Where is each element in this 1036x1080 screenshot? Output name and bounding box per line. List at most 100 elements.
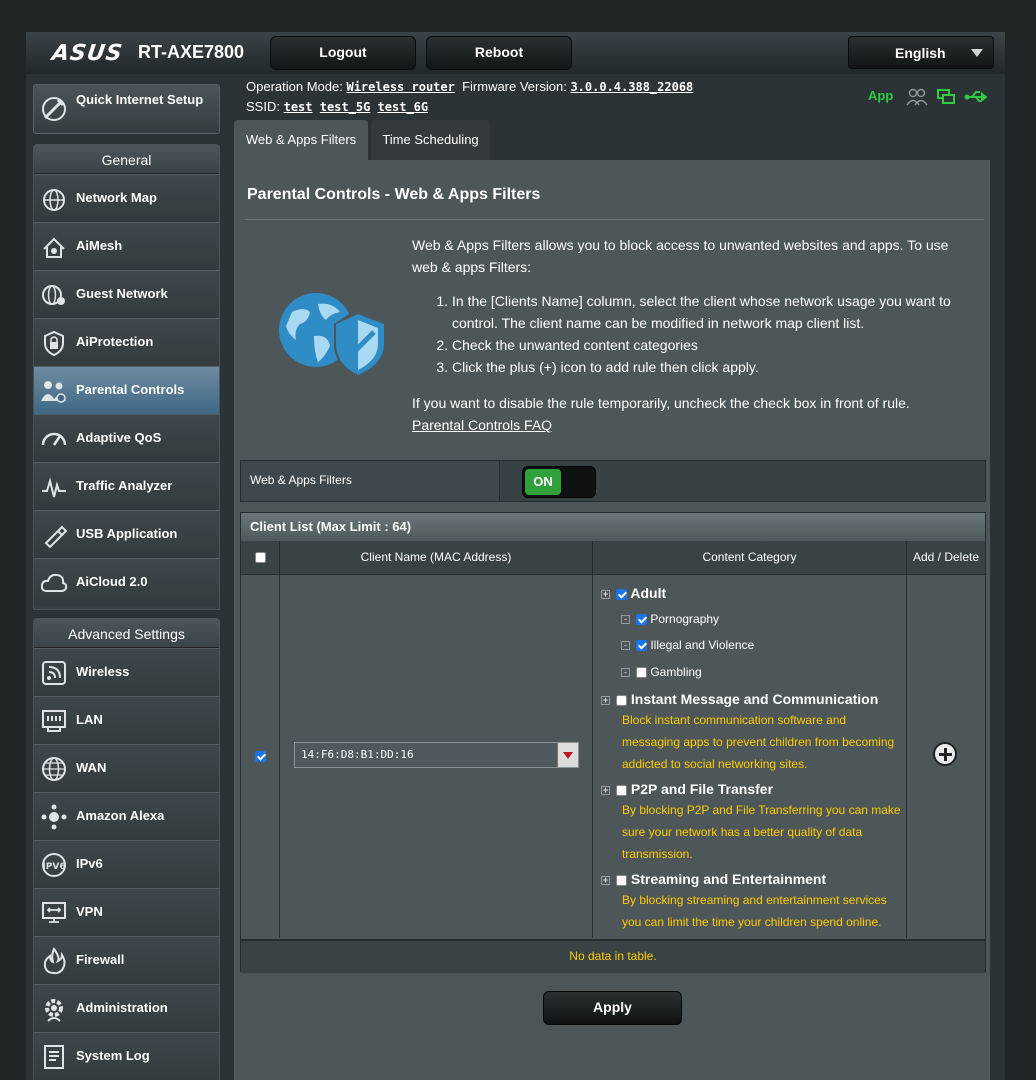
sidebar-item-parental-controls[interactable]: Parental Controls — [34, 366, 219, 414]
operation-mode-label: Operation Mode: — [246, 79, 343, 94]
steps-list: In the [Clients Name] column, select the… — [412, 290, 972, 378]
rule-enable-checkbox[interactable] — [255, 751, 266, 762]
sidebar-item-label: LAN — [76, 712, 103, 727]
wifi-icon — [42, 661, 66, 685]
general-header: General — [34, 145, 219, 174]
streaming-checkbox[interactable] — [616, 874, 627, 886]
network-devices-icon[interactable] — [936, 88, 956, 106]
admin-gear-icon — [45, 999, 63, 1022]
alexa-icon — [41, 804, 67, 830]
sidebar-item-wireless[interactable]: Wireless — [34, 648, 219, 696]
sidebar-item-label: AiCloud 2.0 — [76, 574, 148, 589]
sidebar-item-label: IPv6 — [76, 856, 103, 871]
expand-icon[interactable]: + — [601, 589, 610, 599]
lan-icon — [42, 710, 66, 732]
client-mac-select[interactable]: 14:F6:D8:B1:DD:16 — [294, 742, 579, 768]
sidebar-item-aimesh[interactable]: AiMesh — [34, 222, 219, 270]
filter-toggle-row: Web & Apps Filters ON — [240, 460, 986, 502]
clients-icon[interactable] — [906, 88, 928, 106]
speedometer-icon — [41, 432, 67, 446]
operation-mode-link[interactable]: Wireless router — [346, 80, 454, 94]
sidebar-item-aiprotection[interactable]: AiProtection — [34, 318, 219, 366]
sidebar-item-label: Traffic Analyzer — [76, 478, 173, 493]
category-cell: + Adult - Pornography - Illegal and Viol… — [593, 574, 907, 938]
category-instant-message: Instant Message and Communication — [630, 691, 879, 707]
select-all-checkbox[interactable] — [254, 552, 266, 564]
sidebar-item-traffic-analyzer[interactable]: Traffic Analyzer — [34, 462, 219, 510]
tab-time-scheduling[interactable]: Time Scheduling — [371, 120, 490, 160]
sidebar-item-label: Firewall — [76, 952, 125, 967]
svg-text:IPV6: IPV6 — [42, 862, 65, 872]
sidebar-item-administration[interactable]: Administration — [34, 984, 219, 1032]
vpn-icon — [42, 902, 66, 923]
chevron-down-icon — [971, 49, 983, 57]
adult-checkbox[interactable] — [616, 588, 627, 600]
expand-icon[interactable]: + — [601, 695, 610, 705]
im-checkbox[interactable] — [616, 694, 627, 706]
sidebar-item-adaptive-qos[interactable]: Adaptive QoS — [34, 414, 219, 462]
cloud-icon — [40, 573, 68, 592]
status-info: Operation Mode: Wireless router Firmware… — [246, 77, 693, 117]
sidebar-item-guest-network[interactable]: Guest Network — [34, 270, 219, 318]
p2p-checkbox[interactable] — [616, 784, 627, 796]
sidebar-item-wan[interactable]: WAN — [34, 744, 219, 792]
ipv6-icon: IPV6 — [42, 853, 66, 877]
sidebar-item-amazon-alexa[interactable]: Amazon Alexa — [34, 792, 219, 840]
client-mac-value: 14:F6:D8:B1:DD:16 — [301, 748, 414, 761]
router-model: RT-AXE7800 — [138, 42, 245, 62]
page-title: Parental Controls - Web & Apps Filters — [247, 186, 541, 203]
language-select[interactable]: English — [848, 36, 994, 69]
dropdown-arrow-icon[interactable] — [557, 743, 578, 767]
sidebar-item-label: Wireless — [76, 664, 130, 679]
ssid-link-3[interactable]: test_6G — [378, 100, 429, 114]
ssid-link-2[interactable]: test_5G — [320, 100, 371, 114]
fire-icon — [43, 947, 66, 975]
gambling-checkbox[interactable] — [636, 667, 647, 679]
usb-status-icon[interactable] — [964, 88, 990, 106]
sidebar-item-label: Guest Network — [76, 286, 168, 301]
streaming-note: By blocking streaming and entertainment … — [622, 893, 887, 929]
tree-line-icon: - — [621, 641, 630, 651]
expand-icon[interactable]: + — [601, 785, 610, 795]
lock-shield-icon — [44, 330, 64, 357]
step-item: Check the unwanted content categories — [452, 334, 972, 356]
logout-button[interactable]: Logout — [270, 36, 416, 70]
pornography-checkbox[interactable] — [636, 614, 647, 626]
quick-internet-setup-button[interactable]: Quick Internet Setup — [33, 84, 220, 134]
sidebar-item-vpn[interactable]: VPN — [34, 888, 219, 936]
col-client-name: Client Name (MAC Address) — [280, 541, 593, 574]
mesh-icon — [43, 237, 65, 258]
faq-link[interactable]: Parental Controls FAQ — [412, 417, 552, 433]
advanced-header: Advanced Settings — [34, 619, 219, 648]
sidebar-item-aicloud[interactable]: AiCloud 2.0 — [34, 558, 219, 606]
expand-icon[interactable]: + — [601, 875, 610, 885]
tab-web-apps-filters[interactable]: Web & Apps Filters — [234, 120, 368, 160]
ssid-label: SSID: — [246, 99, 280, 114]
add-rule-icon[interactable] — [933, 742, 957, 766]
sidebar-item-lan[interactable]: LAN — [34, 696, 219, 744]
app-status[interactable]: App — [868, 88, 893, 103]
description: Web & Apps Filters allows you to block a… — [412, 234, 972, 436]
category-pornography: Pornography — [650, 612, 720, 626]
sidebar-item-ipv6[interactable]: IPV6 IPv6 — [34, 840, 219, 888]
sidebar-item-label: Network Map — [76, 190, 157, 205]
sidebar-item-usb-application[interactable]: USB Application — [34, 510, 219, 558]
firmware-link[interactable]: 3.0.0.4.388_22068 — [570, 80, 693, 94]
apply-button[interactable]: Apply — [543, 991, 682, 1025]
sidebar-item-network-map[interactable]: Network Map — [34, 174, 219, 222]
sidebar-item-system-log[interactable]: System Log — [34, 1032, 219, 1080]
top-header: ASUS RT-AXE7800 Logout Reboot English — [26, 32, 1005, 74]
sidebar-item-label: AiProtection — [76, 334, 154, 349]
illegal-violence-checkbox[interactable] — [636, 640, 647, 652]
client-list-table: Client List (Max Limit : 64) Client Name… — [240, 512, 986, 973]
globe-shield-icon — [279, 293, 386, 378]
reboot-button[interactable]: Reboot — [426, 36, 572, 70]
category-adult: Adult — [630, 585, 667, 601]
divider — [245, 219, 984, 220]
filter-toggle-switch[interactable]: ON — [522, 466, 596, 498]
client-name-cell: 14:F6:D8:B1:DD:16 — [280, 574, 593, 938]
toggle-state: ON — [525, 469, 561, 495]
ssid-link-1[interactable]: test — [284, 100, 313, 114]
category-streaming: Streaming and Entertainment — [630, 871, 827, 887]
sidebar-item-firewall[interactable]: Firewall — [34, 936, 219, 984]
